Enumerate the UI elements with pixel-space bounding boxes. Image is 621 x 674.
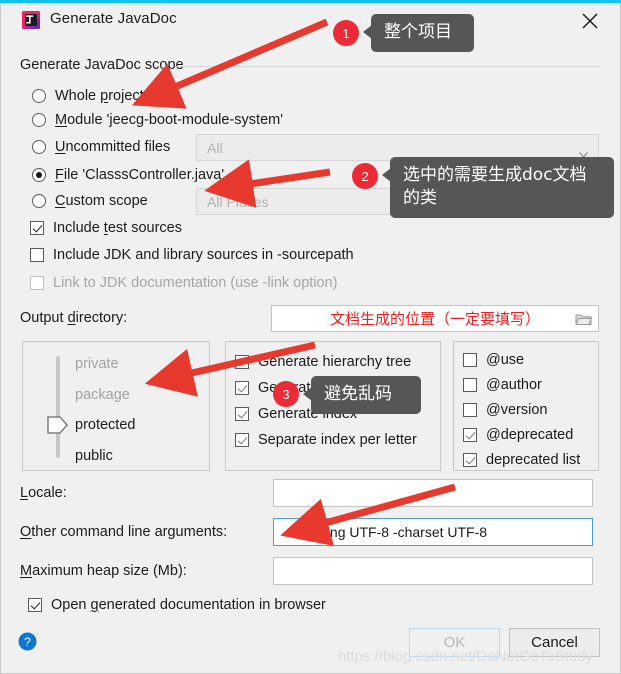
checkbox-include-test-sources-indicator[interactable] <box>30 221 44 235</box>
tag-options-panel: @use @author @version @deprecated deprec… <box>453 341 599 471</box>
generate-javadoc-dialog: Generate JavaDoc Generate JavaDoc scope … <box>0 0 621 674</box>
help-icon[interactable]: ? <box>18 632 37 651</box>
checkbox-link-to-jdk-doc-indicator <box>30 276 44 290</box>
annotation-badge-3: 3 <box>273 381 299 407</box>
intellij-idea-icon <box>22 11 40 29</box>
checkbox-version-indicator[interactable] <box>463 403 477 417</box>
checkbox-author-indicator[interactable] <box>463 378 477 392</box>
watermark: https://blog.csdn.net/DoNotGoToStudy <box>338 648 594 665</box>
checkbox-generate-hierarchy-tree[interactable]: Generate hierarchy tree <box>235 354 411 370</box>
radio-custom-scope-label: Custom scope <box>55 193 148 209</box>
annotation-tooltip-3: 避免乱码 <box>303 376 421 414</box>
checkbox-link-to-jdk-doc: Link to JDK documentation (use -link opt… <box>30 275 338 291</box>
radio-file-indicator[interactable] <box>32 168 46 182</box>
annotation-badge-1: 1 <box>333 20 359 46</box>
checkbox-version-label: @version <box>486 402 548 418</box>
visibility-item-package[interactable]: package <box>75 387 130 403</box>
checkbox-author-label: @author <box>486 377 542 393</box>
annotation-badge-2: 2 <box>352 163 378 189</box>
window-title: Generate JavaDoc <box>50 10 177 27</box>
max-heap-label: Maximum heap size (Mb): <box>20 563 187 579</box>
checkbox-separate-index-per-letter[interactable]: Separate index per letter <box>235 432 417 448</box>
checkbox-use[interactable]: @use <box>463 352 524 368</box>
checkbox-use-label: @use <box>486 352 525 368</box>
visibility-item-public[interactable]: public <box>75 448 113 464</box>
radio-whole-project-indicator[interactable] <box>32 89 46 103</box>
checkbox-open-in-browser[interactable]: Open generated documentation in browser <box>28 597 326 613</box>
checkbox-include-jdk-sources-indicator[interactable] <box>30 248 44 262</box>
checkbox-deprecated[interactable]: @deprecated <box>463 427 573 443</box>
checkbox-generate-navigation-bar-indicator[interactable] <box>235 381 249 395</box>
checkbox-deprecated-list-label: deprecated list <box>486 452 581 468</box>
checkbox-author[interactable]: @author <box>463 377 542 393</box>
checkbox-include-jdk-sources[interactable]: Include JDK and library sources in -sour… <box>30 247 354 263</box>
checkbox-link-to-jdk-doc-label: Link to JDK documentation (use -link opt… <box>53 275 338 291</box>
output-directory-label: Output directory: <box>20 310 128 326</box>
checkbox-version[interactable]: @version <box>463 402 547 418</box>
checkbox-deprecated-list-indicator[interactable] <box>463 453 477 467</box>
checkbox-use-indicator[interactable] <box>463 353 477 367</box>
close-icon[interactable] <box>577 8 603 34</box>
custom-scope-combo-value: All Places <box>207 193 269 210</box>
radio-whole-project-label: Whole project <box>55 88 144 104</box>
other-args-label: Other command line arguments: <box>20 524 228 540</box>
locale-input[interactable] <box>273 479 593 507</box>
locale-label: Locale: <box>20 485 67 501</box>
annotation-tooltip-2: 选中的需要生成doc文档的类 <box>382 157 614 218</box>
checkbox-generate-hierarchy-tree-indicator[interactable] <box>235 355 249 369</box>
radio-whole-project[interactable]: Whole project <box>32 88 144 104</box>
checkbox-generate-index-indicator[interactable] <box>235 407 249 421</box>
annotation-tooltip-1: 整个项目 <box>363 14 474 52</box>
checkbox-include-test-sources-label: Include test sources <box>53 220 182 236</box>
checkbox-deprecated-indicator[interactable] <box>463 428 477 442</box>
checkbox-generate-hierarchy-tree-label: Generate hierarchy tree <box>258 354 412 370</box>
radio-file[interactable]: File 'ClasssController.java' <box>32 167 224 183</box>
checkbox-separate-index-per-letter-indicator[interactable] <box>235 433 249 447</box>
radio-module[interactable]: Module 'jeecg-boot-module-system' <box>32 112 283 128</box>
checkbox-open-in-browser-label: Open generated documentation in browser <box>51 597 326 613</box>
radio-custom-scope[interactable]: Custom scope <box>32 193 148 209</box>
radio-custom-scope-indicator[interactable] <box>32 194 46 208</box>
checkbox-include-test-sources[interactable]: Include test sources <box>30 220 182 236</box>
radio-file-label: File 'ClasssController.java' <box>55 167 225 183</box>
radio-module-label: Module 'jeecg-boot-module-system' <box>55 112 283 128</box>
visibility-slider-track[interactable] <box>56 356 60 458</box>
visibility-item-protected[interactable]: protected <box>75 417 135 433</box>
visibility-panel[interactable]: private package protected public <box>22 341 210 471</box>
uncommitted-files-combo-value: All <box>207 139 223 156</box>
radio-uncommitted-files[interactable]: Uncommitted files <box>32 139 170 155</box>
checkbox-deprecated-list[interactable]: deprecated list <box>463 452 580 468</box>
svg-text:?: ? <box>24 635 31 649</box>
visibility-item-private[interactable]: private <box>75 356 119 372</box>
checkbox-deprecated-label: @deprecated <box>486 427 574 443</box>
chevron-down-icon <box>579 145 588 158</box>
other-command-line-arguments-input[interactable]: -encoding UTF-8 -charset UTF-8 <box>273 518 593 546</box>
scope-group-divider <box>175 66 599 67</box>
folder-icon[interactable] <box>575 312 593 326</box>
checkbox-open-in-browser-indicator[interactable] <box>28 598 42 612</box>
output-directory-value: 文档生成的位置（一定要填写） <box>329 311 540 328</box>
scope-group-label: Generate JavaDoc scope <box>20 57 184 73</box>
radio-uncommitted-files-indicator[interactable] <box>32 140 46 154</box>
checkbox-include-jdk-sources-label: Include JDK and library sources in -sour… <box>53 247 354 263</box>
output-directory-input[interactable]: 文档生成的位置（一定要填写） <box>271 305 599 332</box>
checkbox-separate-index-per-letter-label: Separate index per letter <box>258 432 417 448</box>
radio-module-indicator[interactable] <box>32 113 46 127</box>
other-command-line-arguments-value: -encoding UTF-8 -charset UTF-8 <box>284 524 488 540</box>
maximum-heap-size-input[interactable] <box>273 557 593 585</box>
title-bar: Generate JavaDoc <box>0 0 619 40</box>
radio-uncommitted-files-label: Uncommitted files <box>55 139 171 155</box>
